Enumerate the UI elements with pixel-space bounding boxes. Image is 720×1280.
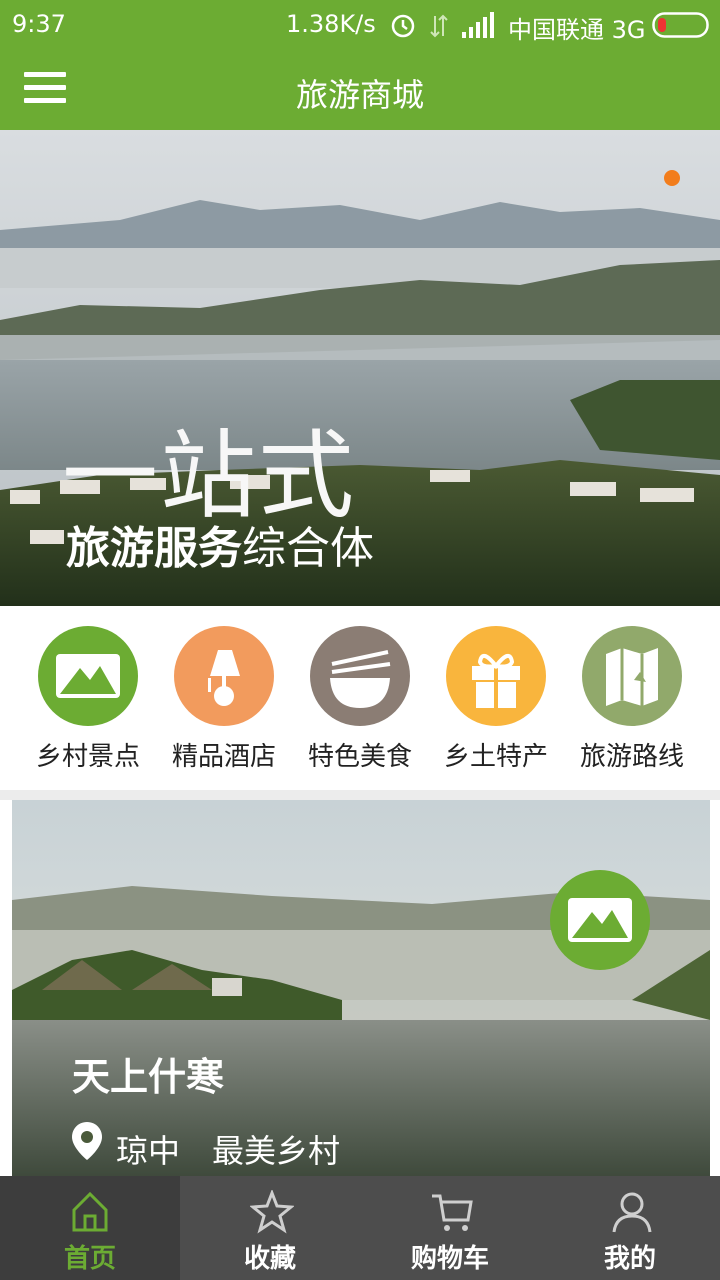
status-bar: 9:37 1.38K/s 中国联通 3G bbox=[0, 0, 720, 50]
category-travel-routes[interactable]: 旅游路线 bbox=[564, 626, 700, 773]
nav-label: 收藏 bbox=[243, 1244, 296, 1274]
bowl-icon bbox=[310, 626, 410, 726]
user-icon bbox=[612, 1192, 652, 1233]
category-boutique-hotel[interactable]: 精品酒店 bbox=[156, 626, 292, 773]
nav-label: 首页 bbox=[63, 1244, 116, 1274]
cart-icon bbox=[432, 1194, 473, 1231]
home-icon bbox=[72, 1191, 108, 1232]
data-transfer-icon bbox=[430, 14, 448, 38]
banner-subline-bold: 旅游服务 bbox=[66, 523, 242, 574]
mountain-icon bbox=[550, 870, 650, 970]
nav-me[interactable]: 我的 bbox=[540, 1176, 720, 1280]
feature-location-name: 琼中 bbox=[116, 1132, 181, 1170]
category-label: 乡村景点 bbox=[35, 742, 140, 772]
category-grid: 乡村景点 精品酒店 特色美食 乡土特产 旅游路线 bbox=[0, 606, 720, 790]
bottom-navigation: 首页 收藏 购物车 我的 bbox=[0, 1176, 720, 1280]
banner-carousel[interactable]: 一站式 旅游服务综合体 bbox=[0, 130, 720, 606]
map-icon bbox=[582, 626, 682, 726]
alarm-icon bbox=[391, 14, 415, 38]
feature-card-image bbox=[12, 800, 710, 1176]
nav-favorites[interactable]: 收藏 bbox=[180, 1176, 360, 1280]
app-bar: 旅游商城 bbox=[0, 50, 720, 130]
gift-icon bbox=[446, 626, 546, 726]
location-pin-icon bbox=[72, 1122, 102, 1160]
nav-home[interactable]: 首页 bbox=[0, 1176, 180, 1280]
category-label: 旅游路线 bbox=[579, 742, 684, 772]
status-time: 9:37 bbox=[12, 10, 66, 38]
mountain-icon bbox=[38, 626, 138, 726]
category-label: 精品酒店 bbox=[171, 742, 276, 772]
carousel-indicator-dot bbox=[664, 170, 680, 186]
category-rural-scenic[interactable]: 乡村景点 bbox=[20, 626, 156, 773]
feature-location: 琼中 最美乡村 bbox=[116, 1126, 340, 1172]
nav-label: 购物车 bbox=[410, 1244, 489, 1274]
feature-tag: 最美乡村 bbox=[212, 1132, 341, 1170]
page-title: 旅游商城 bbox=[295, 76, 424, 114]
banner-subline: 旅游服务综合体 bbox=[66, 512, 374, 576]
battery-icon bbox=[652, 12, 709, 38]
category-label: 特色美食 bbox=[307, 742, 412, 772]
category-specialty-food[interactable]: 特色美食 bbox=[292, 626, 428, 773]
star-icon bbox=[250, 1190, 294, 1234]
signal-icon bbox=[462, 12, 494, 38]
status-carrier: 中国联通 3G bbox=[508, 16, 646, 44]
banner-subline-light: 综合体 bbox=[242, 523, 374, 574]
feature-title: 天上什寒 bbox=[72, 1055, 225, 1099]
status-network-speed: 1.38K/s bbox=[286, 10, 376, 38]
category-label: 乡土特产 bbox=[443, 742, 548, 772]
lamp-icon bbox=[174, 626, 274, 726]
nav-cart[interactable]: 购物车 bbox=[360, 1176, 540, 1280]
category-local-products[interactable]: 乡土特产 bbox=[428, 626, 564, 773]
feature-card[interactable]: 天上什寒 琼中 最美乡村 bbox=[12, 800, 710, 1176]
section-divider bbox=[0, 790, 720, 800]
nav-label: 我的 bbox=[603, 1244, 656, 1274]
